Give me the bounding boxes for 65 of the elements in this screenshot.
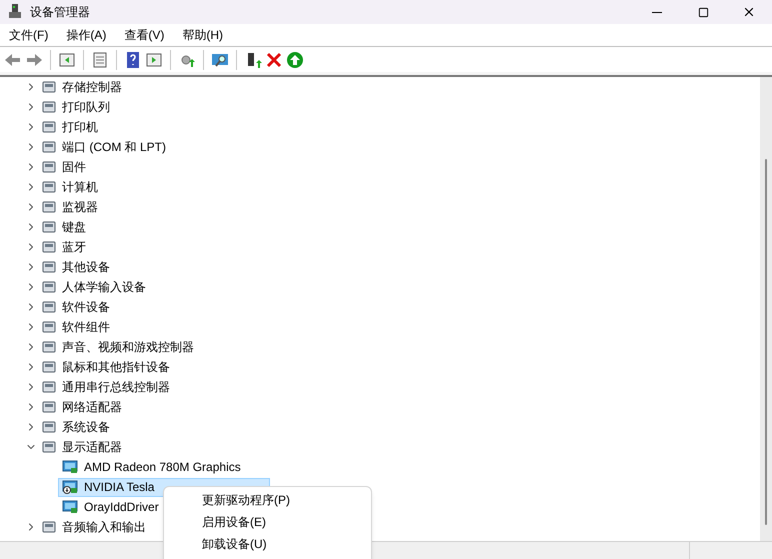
tree-item[interactable]: 计算机 — [62, 178, 98, 196]
enable-icon[interactable] — [286, 50, 304, 68]
device-icon — [41, 179, 57, 195]
menu-item[interactable]: 操作(A) — [61, 26, 112, 44]
device-icon — [41, 379, 57, 395]
device-icon — [41, 419, 57, 435]
tree-item[interactable]: 显示适配器 — [62, 438, 122, 456]
tree-item[interactable]: 通用串行总线控制器 — [62, 378, 170, 396]
menu-item[interactable]: 卸载设备(U) — [168, 533, 367, 555]
monitor-icon — [62, 499, 78, 515]
window-icon[interactable] — [58, 50, 76, 68]
tree-item[interactable]: OrayIddDriver — [58, 498, 163, 516]
menu-item[interactable]: 启用设备(E) — [168, 511, 367, 533]
device-icon — [41, 279, 57, 295]
tree-item[interactable]: 软件设备 — [62, 298, 110, 316]
tree-item[interactable]: 声音、视频和游戏控制器 — [62, 338, 194, 356]
tree-item[interactable]: 人体学输入设备 — [62, 278, 146, 296]
device-icon — [41, 99, 57, 115]
menu-item[interactable]: 文件(F) — [4, 26, 54, 44]
tree-item[interactable]: 打印队列 — [62, 98, 110, 116]
device-icon — [41, 299, 57, 315]
tree-item[interactable]: AMD Radeon 780M Graphics — [58, 458, 245, 476]
device-icon — [41, 219, 57, 235]
device-icon — [41, 259, 57, 275]
tree-item[interactable]: 打印机 — [62, 118, 98, 136]
tree-item-label: AMD Radeon 780M Graphics — [84, 459, 241, 476]
device-icon — [41, 119, 57, 135]
window-title: 设备管理器 — [30, 4, 90, 21]
tree-item[interactable]: 其他设备 — [62, 258, 110, 276]
tree-item[interactable]: 存储控制器 — [62, 78, 122, 96]
device-icon — [41, 399, 57, 415]
maximize-icon — [698, 6, 708, 18]
device-icon — [41, 79, 57, 95]
tree-item[interactable]: 键盘 — [62, 218, 86, 236]
tree-item[interactable]: 固件 — [62, 158, 86, 176]
menu-item[interactable]: 帮助(H) — [177, 26, 228, 44]
device-icon — [41, 139, 57, 155]
monitor-icon — [62, 479, 78, 495]
tree-item[interactable]: 系统设备 — [62, 418, 110, 436]
scrollbar[interactable] — [760, 77, 772, 541]
device-icon — [41, 439, 57, 455]
window-icon[interactable] — [145, 50, 163, 68]
properties-icon[interactable] — [91, 50, 109, 68]
device-icon — [41, 359, 57, 375]
tree-item[interactable]: 鼠标和其他指针设备 — [62, 358, 170, 376]
tree-item[interactable]: 音频输入和输出 — [62, 518, 146, 536]
device-icon — [41, 159, 57, 175]
device-icon — [41, 199, 57, 215]
tree-item-label: OrayIddDriver — [84, 499, 159, 516]
close-icon — [742, 5, 756, 19]
tree-item[interactable]: 蓝牙 — [62, 238, 86, 256]
tree-item[interactable]: 软件组件 — [62, 318, 110, 336]
tree-item[interactable]: 监视器 — [62, 198, 98, 216]
device-icon — [41, 239, 57, 255]
device-icon — [41, 339, 57, 355]
menu-item[interactable]: 查看(V) — [119, 26, 170, 44]
tree-item-label: NVIDIA Tesla — [84, 479, 154, 496]
help-icon[interactable] — [124, 50, 142, 68]
delete-icon[interactable] — [265, 50, 283, 68]
device-icon — [9, 4, 21, 20]
device-icon — [41, 519, 57, 535]
tree-item[interactable]: 网络适配器 — [62, 398, 122, 416]
device-icon — [41, 319, 57, 335]
tree-item[interactable]: 端口 (COM 和 LPT) — [62, 138, 166, 156]
monitor-icon — [62, 459, 78, 475]
